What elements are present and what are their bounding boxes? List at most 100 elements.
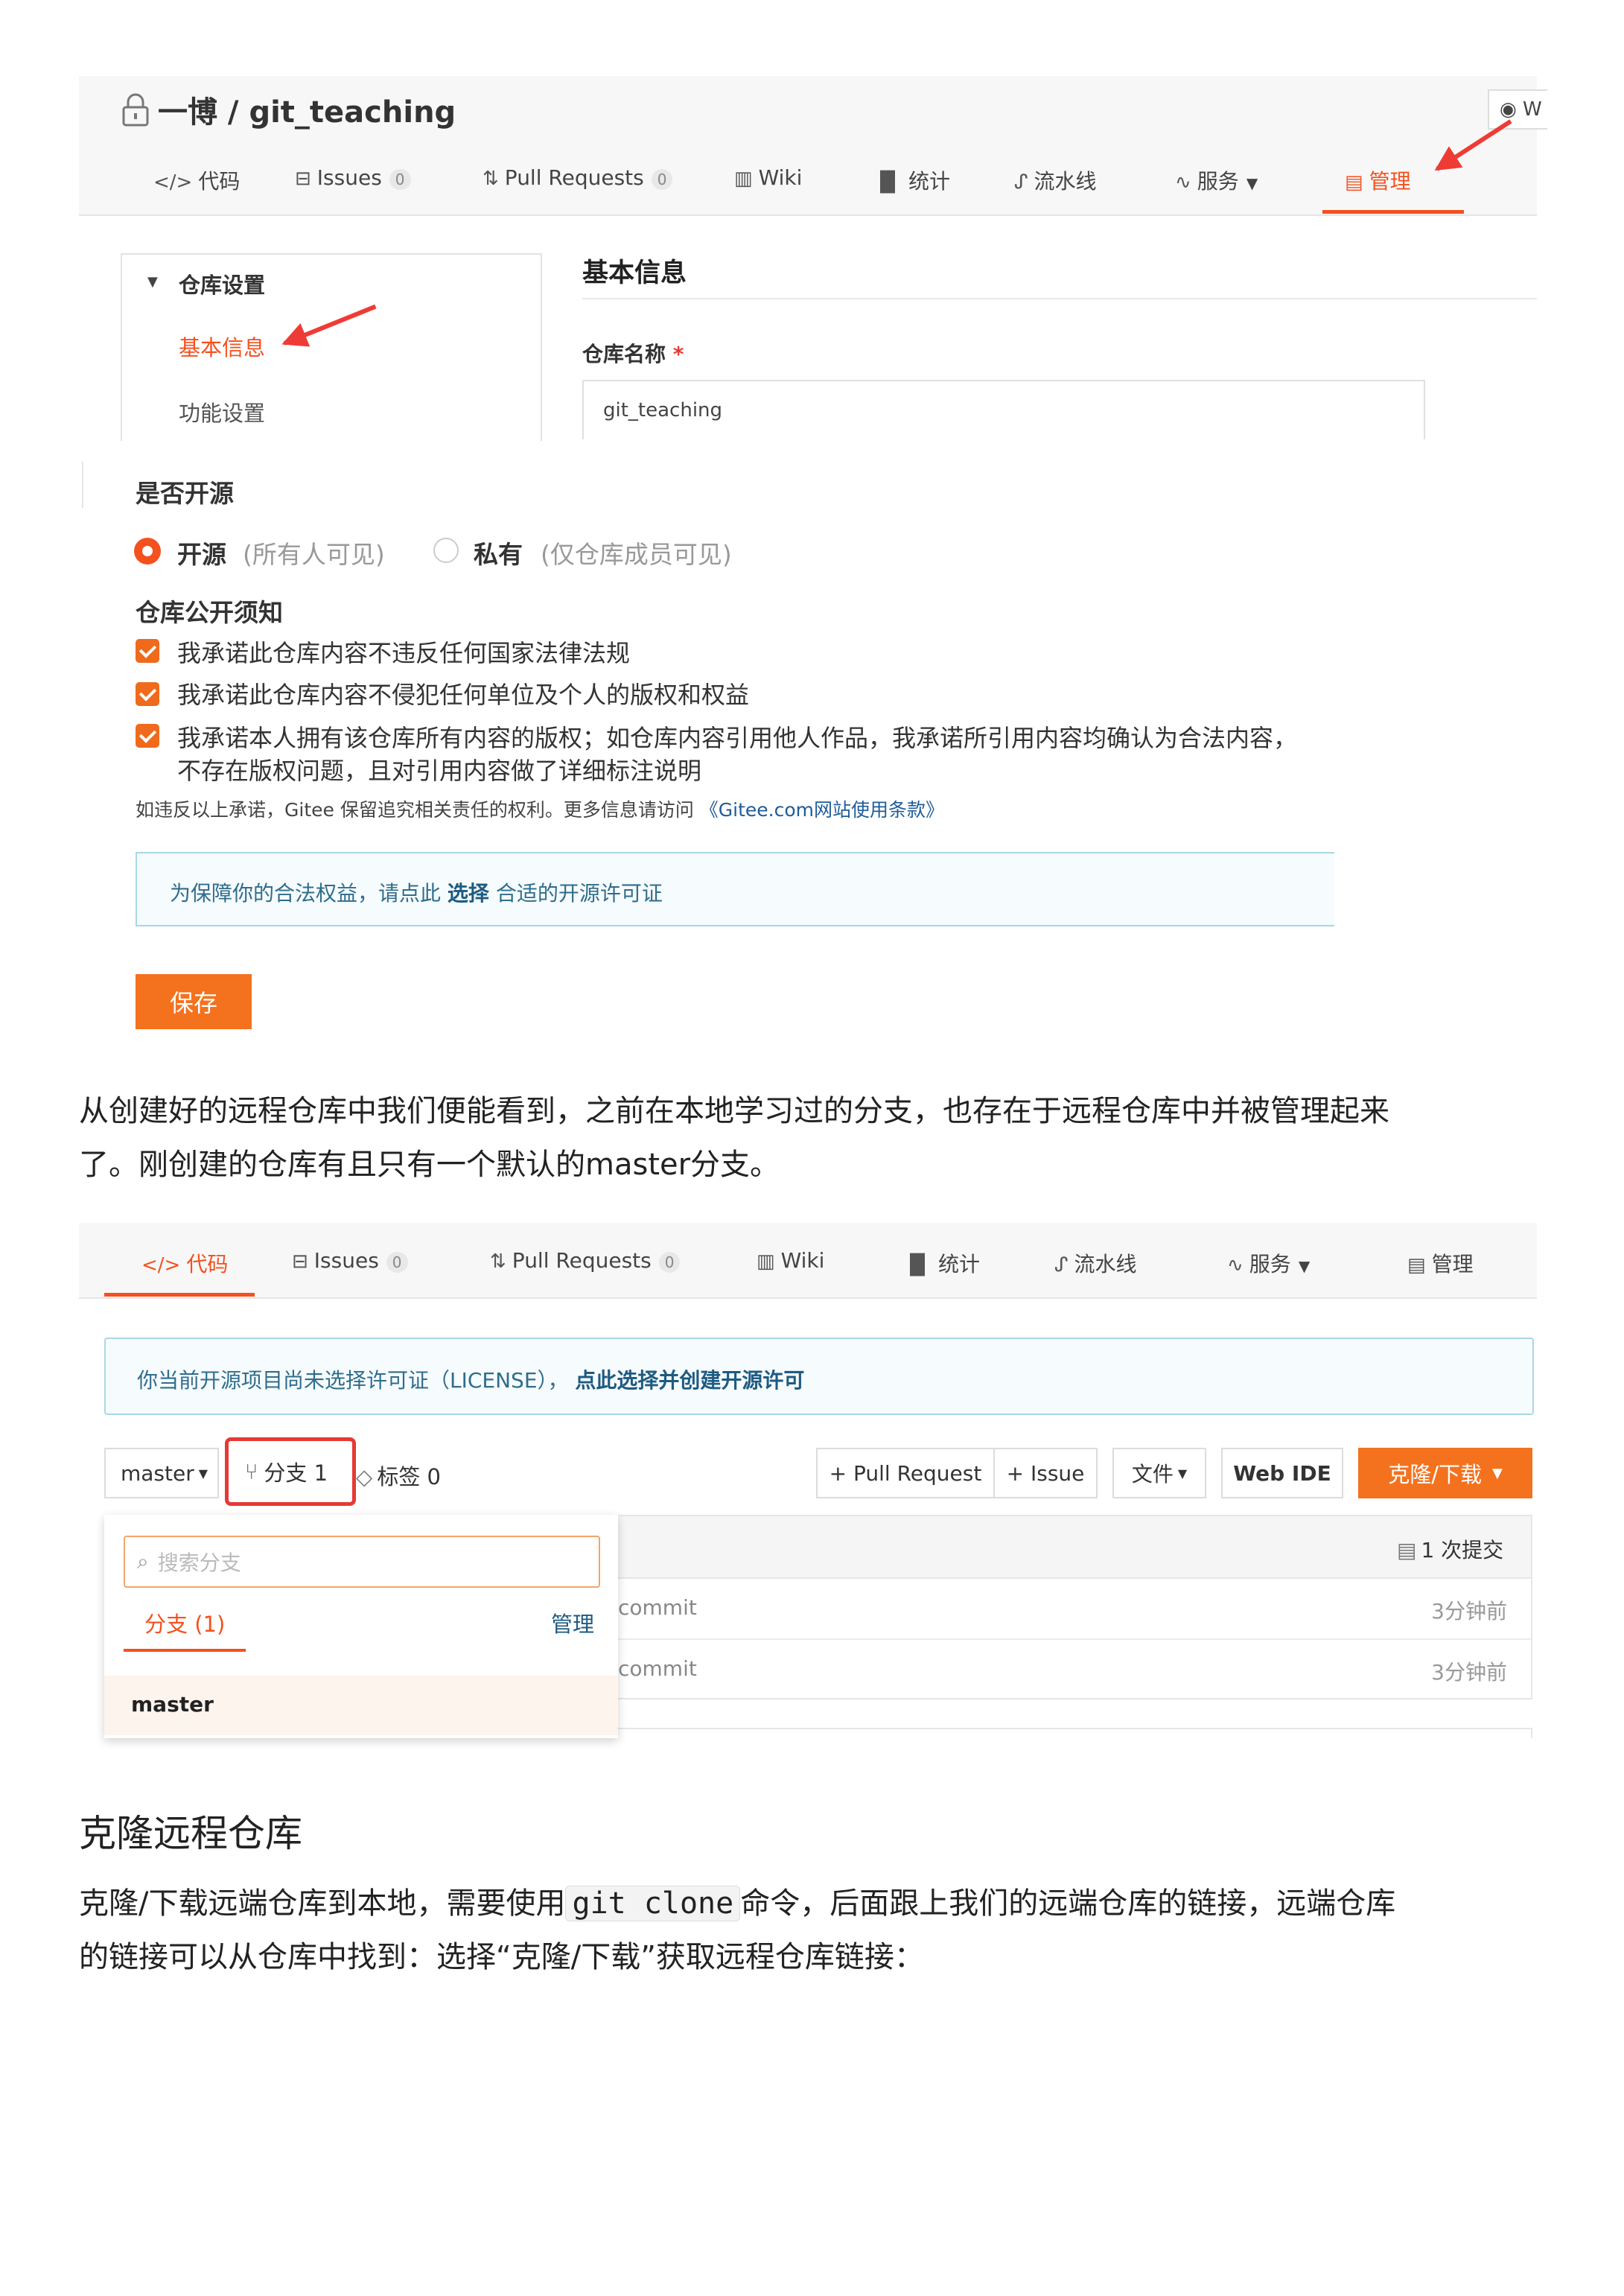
- new-issue-button[interactable]: + Issue: [993, 1448, 1098, 1498]
- branches-label: 分支 1: [264, 1460, 328, 1486]
- radio-public-label[interactable]: 开源: [177, 535, 226, 570]
- new-pull-request-button[interactable]: + Pull Request: [816, 1448, 995, 1498]
- web-ide-button[interactable]: Web IDE: [1221, 1448, 1343, 1498]
- code-icon: </>: [153, 171, 193, 194]
- radio-private[interactable]: [433, 538, 459, 563]
- tab-pipeline[interactable]: ᔑ 流水线: [1054, 1248, 1137, 1278]
- tags-label: 标签 0: [377, 1464, 441, 1489]
- file-button-label: 文件: [1131, 1462, 1174, 1486]
- tab-label: 统计: [938, 1252, 981, 1276]
- tab-stats[interactable]: ▐▌ 统计: [873, 165, 950, 195]
- sidebar-item-features[interactable]: 功能设置: [179, 396, 265, 427]
- branch-select-value: master: [121, 1460, 194, 1486]
- active-tab-underline: [104, 1293, 255, 1297]
- tab-issues[interactable]: ⊟ Issues 0: [295, 165, 411, 190]
- watch-button[interactable]: ◉ W: [1488, 89, 1547, 130]
- terms-link[interactable]: 《Gitee.com网站使用条款》: [700, 799, 944, 821]
- tab-label: Pull Requests: [512, 1248, 652, 1273]
- radio-public-note: (所有人可见): [243, 540, 385, 569]
- sidebar-group-title[interactable]: 仓库设置: [179, 268, 265, 299]
- check-text-rights: 我承诺此仓库内容不侵犯任何单位及个人的版权和权益: [177, 681, 750, 709]
- branch-search-input[interactable]: ⌕ 搜索分支: [124, 1536, 600, 1588]
- wiki-icon: ▥: [734, 168, 753, 190]
- tab-branches[interactable]: 分支 (1): [144, 1607, 225, 1638]
- commits-count[interactable]: ▤ 1 次提交: [1397, 1534, 1503, 1564]
- license-hint: 为保障你的合法权益，请点此 选择 合适的开源许可证: [170, 877, 663, 907]
- commit-time: 3分钟前: [1431, 1599, 1507, 1624]
- tags-link[interactable]: ◇ 标签 0: [356, 1460, 441, 1491]
- paragraph-2-line-1: 克隆/下载远端仓库到本地，需要使用 git clone 命令，后面跟上我们的远端仓库…: [79, 1877, 1561, 1930]
- branch-list-item[interactable]: master: [104, 1676, 618, 1735]
- divider: [582, 298, 1537, 299]
- tab-service[interactable]: ∿ 服务 ▼: [1227, 1248, 1310, 1278]
- issue-button-label: + Issue: [1006, 1460, 1085, 1486]
- paragraph-1-line-1: 从创建好的远程仓库中我们便能看到，之前在本地学习过的分支，也存在于远程仓库中并被…: [79, 1094, 1389, 1128]
- branches-link[interactable]: ⑂ 分支 1: [225, 1437, 356, 1506]
- license-select-link[interactable]: 选择: [448, 881, 489, 906]
- section-title: 基本信息: [582, 258, 687, 288]
- license-notice-msg: 你当前开源项目尚未选择许可证（LICENSE），: [137, 1368, 569, 1393]
- branch-select[interactable]: master ▼: [104, 1448, 219, 1498]
- pull-request-icon: ⇅: [483, 168, 499, 190]
- tab-stats[interactable]: ▐▌ 统计: [902, 1248, 980, 1278]
- clone-download-button[interactable]: 克隆/下载 ▼: [1358, 1448, 1532, 1498]
- pull-request-icon: ⇅: [490, 1250, 506, 1273]
- tab-label: 服务: [1197, 169, 1239, 194]
- web-ide-label: Web IDE: [1233, 1460, 1331, 1486]
- save-button[interactable]: 保存: [136, 974, 252, 1029]
- service-icon: ∿: [1175, 171, 1191, 194]
- tab-label: 管理: [1431, 1252, 1474, 1276]
- file-menu-button[interactable]: 文件 ▼: [1112, 1448, 1206, 1498]
- paragraph-1-line-2: 了。刚创建的仓库有且只有一个默认的master分支。: [79, 1148, 780, 1182]
- tab-label: 服务: [1249, 1252, 1291, 1276]
- tab-wiki[interactable]: ▥ Wiki: [734, 165, 802, 190]
- sidebar-item-basic-info[interactable]: 基本信息: [179, 331, 265, 362]
- chevron-down-icon: ▼: [1246, 174, 1258, 192]
- tab-label: 统计: [908, 169, 951, 194]
- issues-count-badge: 0: [386, 1252, 408, 1273]
- tab-label: 管理: [1369, 169, 1411, 194]
- commit-icon: ▤: [1397, 1538, 1417, 1562]
- open-source-label: 是否开源: [136, 479, 234, 508]
- commits-label: 1 次提交: [1421, 1538, 1504, 1562]
- tab-service[interactable]: ∿ 服务 ▼: [1175, 165, 1258, 195]
- tab-code[interactable]: </> 代码: [153, 165, 240, 195]
- pr-count-badge: 0: [658, 1252, 681, 1273]
- repo-title[interactable]: 一博 / git_teaching: [158, 88, 456, 131]
- tab-label: Pull Requests: [504, 165, 644, 190]
- license-create-link[interactable]: 点此选择并创建开源许可: [575, 1368, 804, 1393]
- tab-pull-requests[interactable]: ⇅ Pull Requests 0: [483, 165, 673, 190]
- license-hint-suffix: 合适的开源许可证: [495, 881, 663, 906]
- active-tab-underline: [1322, 210, 1464, 214]
- radio-private-label[interactable]: 私有: [474, 535, 523, 570]
- tab-pipeline[interactable]: ᔑ 流水线: [1014, 165, 1097, 195]
- checkbox-rights[interactable]: [136, 682, 159, 706]
- manage-branches-link[interactable]: 管理: [551, 1607, 594, 1638]
- manage-icon: ▤: [1407, 1254, 1426, 1276]
- issues-icon: ⊟: [292, 1250, 308, 1273]
- save-button-label: 保存: [169, 989, 217, 1017]
- branch-search-placeholder: 搜索分支: [157, 1551, 241, 1575]
- pipeline-icon: ᔑ: [1054, 1254, 1069, 1276]
- tab-manage[interactable]: ▤ 管理: [1345, 165, 1411, 195]
- tab-manage[interactable]: ▤ 管理: [1407, 1248, 1474, 1278]
- branches-tab-underline: [124, 1649, 246, 1652]
- repo-name-input[interactable]: git_teaching: [582, 380, 1425, 439]
- radio-private-note: (仅仓库成员可见): [541, 540, 732, 569]
- paragraph-2-part-1: 克隆/下载远端仓库到本地，需要使用: [79, 1886, 566, 1921]
- manage-icon: ▤: [1345, 171, 1363, 194]
- tab-issues[interactable]: ⊟ Issues 0: [292, 1248, 408, 1273]
- commit-message[interactable]: commit: [618, 1595, 697, 1620]
- checkbox-law[interactable]: [136, 639, 159, 663]
- checkbox-copyright[interactable]: [136, 724, 159, 748]
- repo-name-value: git_teaching: [603, 399, 723, 422]
- commit-message[interactable]: commit: [618, 1656, 697, 1681]
- caret-down-icon: ▼: [198, 1466, 208, 1481]
- tab-wiki[interactable]: ▥ Wiki: [757, 1248, 824, 1273]
- tab-pull-requests[interactable]: ⇅ Pull Requests 0: [490, 1248, 681, 1273]
- search-icon: ⌕: [137, 1549, 149, 1574]
- pr-button-label: + Pull Request: [829, 1460, 982, 1486]
- tab-label: Issues: [313, 1248, 379, 1273]
- tab-code[interactable]: </> 代码: [141, 1248, 228, 1278]
- radio-public[interactable]: [134, 538, 161, 565]
